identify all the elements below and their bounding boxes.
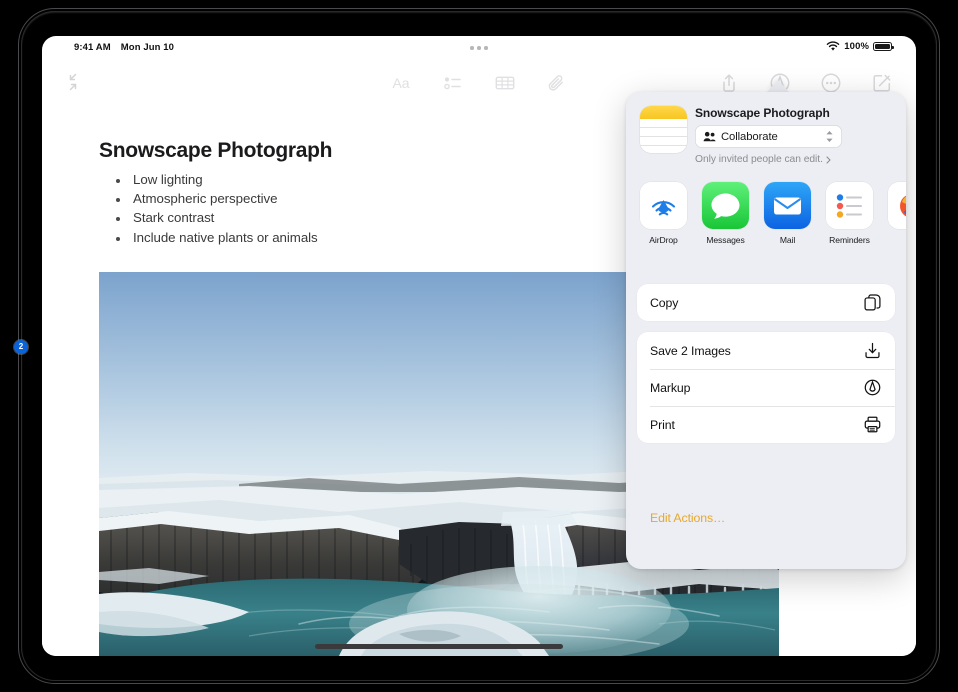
- share-document-title: Snowscape Photograph: [695, 106, 895, 120]
- share-sheet-popover: Snowscape Photograph Collaborate: [626, 92, 906, 569]
- battery-percent-label: 100%: [844, 41, 869, 52]
- battery-full-icon: [873, 42, 892, 52]
- copy-documents-icon: [863, 293, 882, 312]
- save-download-icon: [863, 341, 882, 360]
- collaborate-label: Collaborate: [721, 131, 820, 143]
- action-label: Print: [650, 418, 863, 432]
- multitasking-control-icon[interactable]: [470, 46, 488, 50]
- messages-icon: [702, 182, 749, 229]
- wifi-icon: [826, 41, 840, 52]
- share-target-label: Reminders: [826, 235, 873, 245]
- share-actions-primary-card: Copy: [637, 284, 895, 321]
- collaborate-dropdown[interactable]: Collaborate: [695, 125, 842, 148]
- note-bullet-list: Low lighting Atmospheric perspective Sta…: [108, 172, 318, 249]
- reminders-icon: [826, 182, 873, 229]
- share-target-airdrop[interactable]: AirDrop: [640, 182, 687, 262]
- screen: 9:41 AM Mon Jun 10 100%: [42, 36, 916, 656]
- two-people-icon: [703, 131, 716, 142]
- permission-row[interactable]: Only invited people can edit.: [695, 154, 831, 165]
- chevron-right-icon: [826, 156, 831, 164]
- action-row-copy[interactable]: Copy: [637, 284, 895, 321]
- share-target-freeform[interactable]: Fr: [888, 182, 906, 262]
- share-target-messages[interactable]: Messages: [702, 182, 749, 262]
- mail-icon: [764, 182, 811, 229]
- status-center: [42, 36, 916, 60]
- share-target-label: Mail: [764, 235, 811, 245]
- action-label: Save 2 Images: [650, 344, 863, 358]
- freeform-icon: [888, 182, 906, 229]
- list-item: Low lighting: [108, 172, 318, 187]
- home-indicator: [315, 644, 563, 649]
- permission-text: Only invited people can edit.: [695, 154, 823, 165]
- share-target-label: AirDrop: [640, 235, 687, 245]
- page-title: Snowscape Photograph: [99, 139, 332, 163]
- popover-arrow: [767, 80, 789, 92]
- table-icon[interactable]: [493, 71, 517, 95]
- action-label: Markup: [650, 381, 863, 395]
- format-aa-icon[interactable]: Aa: [389, 71, 413, 95]
- action-row-save-images[interactable]: Save 2 Images: [637, 332, 895, 369]
- share-sheet-header: Snowscape Photograph Collaborate: [626, 92, 906, 180]
- printer-icon: [863, 415, 882, 434]
- share-target-reminders[interactable]: Reminders: [826, 182, 873, 262]
- share-target-mail[interactable]: Mail: [764, 182, 811, 262]
- action-row-markup[interactable]: Markup: [637, 369, 895, 406]
- chevron-up-down-icon: [825, 130, 834, 143]
- status-right: 100%: [826, 41, 892, 52]
- paperclip-icon[interactable]: [545, 71, 569, 95]
- status-bar: 9:41 AM Mon Jun 10 100%: [42, 36, 916, 60]
- share-actions-secondary-card: Save 2 Images Markup Print: [637, 332, 895, 443]
- markup-pen-circle-icon: [863, 378, 882, 397]
- action-label: Copy: [650, 296, 863, 310]
- callout-marker-2: 2: [14, 340, 28, 354]
- airdrop-icon: [640, 182, 687, 229]
- share-app-row[interactable]: AirDrop Messages: [626, 182, 906, 262]
- share-target-label: Fr: [888, 235, 906, 245]
- action-row-print[interactable]: Print: [637, 406, 895, 443]
- notes-app-icon: [640, 106, 687, 153]
- edit-actions-button[interactable]: Edit Actions…: [650, 511, 725, 525]
- list-item: Atmospheric perspective: [108, 191, 318, 206]
- svg-text:Aa: Aa: [392, 75, 409, 91]
- list-item: Include native plants or animals: [108, 230, 318, 245]
- ipad-device: 2 9:41 AM Mon Jun 10 100%: [0, 0, 958, 692]
- list-item: Stark contrast: [108, 210, 318, 225]
- checklist-icon[interactable]: [441, 71, 465, 95]
- share-target-label: Messages: [702, 235, 749, 245]
